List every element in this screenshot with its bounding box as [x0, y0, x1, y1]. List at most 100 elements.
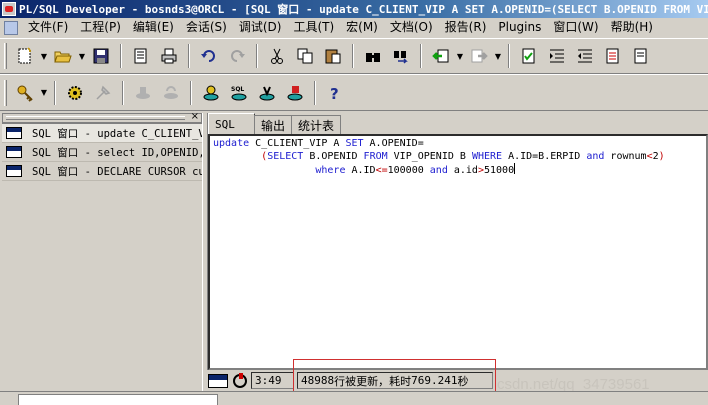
- toolbar-separator: [314, 80, 316, 105]
- toolbar-separator: [190, 80, 192, 105]
- sql-window-tabs: SQL 输出 统计表: [208, 113, 708, 134]
- save-icon[interactable]: [87, 43, 115, 69]
- menu-file[interactable]: 文件(F): [22, 18, 74, 37]
- sql-indent: [213, 151, 261, 162]
- toolbar-separator: [54, 80, 56, 105]
- copy-icon[interactable]: [291, 43, 319, 69]
- help-icon[interactable]: ?: [321, 80, 349, 106]
- key-dropdown[interactable]: ▼: [39, 80, 49, 106]
- unindent-icon[interactable]: [571, 43, 599, 69]
- sql-window-icon: [6, 146, 22, 158]
- new-icon[interactable]: [11, 43, 39, 69]
- menu-documents[interactable]: 文档(O): [384, 18, 439, 37]
- window-list-item[interactable]: SQL 窗口 - update C_CLIENT_VIP A SET A.OPE…: [2, 124, 202, 143]
- undo-icon[interactable]: [195, 43, 223, 69]
- status-elapsed: 3:49: [251, 372, 294, 389]
- uncomment-icon[interactable]: [627, 43, 655, 69]
- sql-db-icon[interactable]: SQL: [225, 80, 253, 106]
- indent-icon[interactable]: [543, 43, 571, 69]
- print-preview-icon[interactable]: [127, 43, 155, 69]
- mdi-window-icon[interactable]: [4, 20, 18, 35]
- menu-debug[interactable]: 调试(D): [233, 18, 288, 37]
- menu-plugins[interactable]: Plugins: [492, 18, 547, 37]
- rollback-icon[interactable]: [157, 80, 185, 106]
- sql-text: A.ID: [345, 165, 376, 176]
- print-icon[interactable]: [155, 43, 183, 69]
- sql-window-icon: [6, 127, 22, 139]
- toolbar-grip[interactable]: [4, 79, 7, 106]
- open-icon[interactable]: [49, 43, 77, 69]
- menu-edit[interactable]: 编辑(E): [127, 18, 180, 37]
- forward-icon[interactable]: [465, 43, 493, 69]
- sql-editor[interactable]: update C_CLIENT_VIP A SET A.OPENID= (SEL…: [208, 134, 708, 370]
- title-bar: PL/SQL Developer - bosnds3@ORCL - [SQL 窗…: [0, 0, 708, 18]
- sql-keyword: SELECT: [267, 151, 304, 162]
- checklist-icon[interactable]: [515, 43, 543, 69]
- window-list-item[interactable]: SQL 窗口 - select ID,OPENID,ERPID from VIP…: [2, 143, 202, 162]
- menu-window[interactable]: 窗口(W): [547, 18, 604, 37]
- svg-text:?: ?: [330, 85, 339, 102]
- forward-dropdown[interactable]: ▼: [493, 43, 503, 69]
- sql-text: 51000: [483, 165, 515, 176]
- paste-icon[interactable]: [319, 43, 347, 69]
- window-list-item-label: SQL 窗口 - DECLARE CURSOR cur: [32, 165, 202, 178]
- toolbar-separator: [352, 44, 354, 68]
- power-icon[interactable]: [233, 372, 247, 388]
- back-icon[interactable]: [427, 43, 455, 69]
- open-dropdown[interactable]: ▼: [77, 43, 87, 69]
- sql-operator: <=: [375, 165, 388, 176]
- sql-keyword: and: [429, 165, 448, 176]
- commit-icon[interactable]: [129, 80, 157, 106]
- menu-tools[interactable]: 工具(T): [287, 18, 340, 37]
- menu-project[interactable]: 工程(P): [74, 18, 127, 37]
- pin-icon[interactable]: [89, 80, 117, 106]
- sql-keyword: SET: [345, 138, 364, 149]
- window-list: SQL 窗口 - update C_CLIENT_VIP A SET A.OPE…: [2, 123, 202, 181]
- comment-icon[interactable]: [599, 43, 627, 69]
- toolbar-separator: [188, 44, 190, 68]
- find-input[interactable]: [18, 394, 218, 405]
- sql-text: A.OPENID=: [363, 138, 424, 149]
- menu-macro[interactable]: 宏(M): [340, 18, 384, 37]
- toolbar-grip[interactable]: [4, 43, 7, 69]
- menu-session[interactable]: 会话(S): [180, 18, 233, 37]
- sql-text: A.ID=B.ERPID: [502, 151, 587, 162]
- main-toolbar: ▼ ▼ ▼ ▼: [0, 38, 708, 74]
- window-list-item-label: SQL 窗口 - update C_CLIENT_VIP A SET A.OPE…: [32, 127, 202, 140]
- sql-text: rownum: [604, 151, 647, 162]
- sql-keyword: and: [586, 151, 605, 162]
- tab-output[interactable]: 输出: [254, 115, 293, 134]
- sql-text: C_CLIENT_VIP A: [249, 138, 346, 149]
- key-icon[interactable]: [11, 80, 39, 106]
- find-next-icon[interactable]: [387, 43, 415, 69]
- toolbar-separator: [256, 44, 258, 68]
- tab-statistics[interactable]: 统计表: [291, 115, 342, 134]
- window-list-item[interactable]: SQL 窗口 - DECLARE CURSOR cur: [2, 162, 202, 181]
- cut-icon[interactable]: [263, 43, 291, 69]
- toolbar-separator: [120, 44, 122, 68]
- db-run-icon[interactable]: [253, 80, 281, 106]
- redo-icon[interactable]: [223, 43, 251, 69]
- sql-text: a.id: [447, 165, 478, 176]
- menu-reports[interactable]: 报告(R): [439, 18, 493, 37]
- sql-keyword: WHERE: [471, 151, 503, 162]
- window-list-item-label: SQL 窗口 - select ID,OPENID,ERPID from VIP…: [32, 146, 202, 159]
- text-caret: [514, 163, 516, 174]
- toolbar-separator: [122, 80, 124, 105]
- menu-help[interactable]: 帮助(H): [605, 18, 659, 37]
- window-icon: [208, 373, 228, 388]
- panel-header[interactable]: ×: [2, 112, 202, 123]
- app-icon: [2, 2, 16, 16]
- db-icon[interactable]: [197, 80, 225, 106]
- back-dropdown[interactable]: ▼: [455, 43, 465, 69]
- gear-icon[interactable]: [61, 80, 89, 106]
- tab-sql[interactable]: SQL: [208, 113, 255, 134]
- db-stop-icon[interactable]: [281, 80, 309, 106]
- close-icon[interactable]: ×: [191, 112, 199, 122]
- menu-bar: 文件(F) 工程(P) 编辑(E) 会话(S) 调试(D) 工具(T) 宏(M)…: [0, 18, 708, 37]
- session-toolbar: ▼ SQL ?: [0, 74, 708, 111]
- find-icon[interactable]: [359, 43, 387, 69]
- new-dropdown[interactable]: ▼: [39, 43, 49, 69]
- sql-window-icon: [6, 165, 22, 177]
- window-title: PL/SQL Developer - bosnds3@ORCL - [SQL 窗…: [19, 3, 708, 16]
